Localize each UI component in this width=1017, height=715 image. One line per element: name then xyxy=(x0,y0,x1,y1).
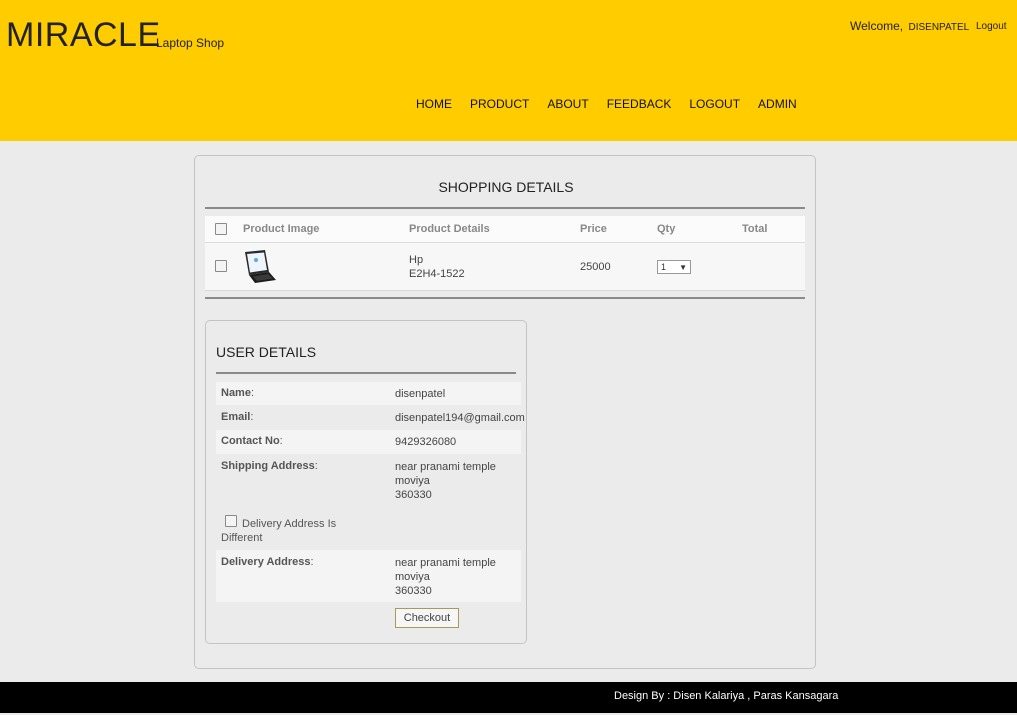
col-qty: Qty xyxy=(657,223,676,235)
main-nav: HOME PRODUCT ABOUT FEEDBACK LOGOUT ADMIN xyxy=(416,97,815,111)
footer-credit: Design By : Disen Kalariya , Paras Kansa… xyxy=(614,690,839,702)
user-details-title: USER DETAILS xyxy=(216,344,317,360)
col-total: Total xyxy=(742,223,768,235)
header-logout-link[interactable]: Logout xyxy=(976,21,1007,32)
col-price: Price xyxy=(580,223,607,235)
chevron-down-icon: ▼ xyxy=(679,263,687,272)
user-email-value: disenpatel194@gmail.com xyxy=(395,412,525,424)
laptop-icon[interactable] xyxy=(241,248,277,284)
delivery-address-row: Delivery Address: near pranami temple mo… xyxy=(216,550,521,602)
welcome-username: DISENPATEL xyxy=(908,22,970,33)
shopping-panel: SHOPPING DETAILS Product Image Product D… xyxy=(194,155,816,669)
checkout-button[interactable]: Checkout xyxy=(395,608,459,628)
product-price: 25000 xyxy=(580,261,611,273)
brand-tagline: Laptop Shop xyxy=(156,36,225,50)
product-brand: Hp xyxy=(409,254,424,266)
delivery-line-1: near pranami temple xyxy=(395,557,496,569)
delivery-different-row: Delivery Address Is Different xyxy=(216,510,521,548)
quantity-value: 1 xyxy=(661,262,667,272)
nav-feedback[interactable]: FEEDBACK xyxy=(607,97,672,111)
email-label: Email: xyxy=(221,411,254,423)
nav-home[interactable]: HOME xyxy=(416,97,452,111)
delivery-different-checkbox[interactable] xyxy=(225,515,237,527)
delivery-label: Delivery Address: xyxy=(221,556,314,568)
user-details-box: USER DETAILS Name: disenpatel Email: dis… xyxy=(205,320,527,644)
delivery-line-2: moviya xyxy=(395,571,430,583)
user-contact-row: Contact No: 9429326080 xyxy=(216,430,521,454)
nav-about[interactable]: ABOUT xyxy=(547,97,588,111)
title-divider xyxy=(205,207,805,209)
brand-logo[interactable]: MIRACLE xyxy=(6,16,161,55)
col-product-image: Product Image xyxy=(243,223,320,235)
user-contact-value: 9429326080 xyxy=(395,436,457,448)
shipping-line-1: near pranami temple xyxy=(395,461,496,473)
user-name-value: disenpatel xyxy=(395,388,446,400)
welcome-label: Welcome, xyxy=(850,19,904,33)
nav-product[interactable]: PRODUCT xyxy=(470,97,529,111)
product-model: E2H4-1522 xyxy=(409,268,465,280)
delivery-different-label-2: Different xyxy=(221,532,263,544)
cart-table-header: Product Image Product Details Price Qty … xyxy=(205,216,805,243)
nav-admin[interactable]: ADMIN xyxy=(758,97,797,111)
user-name-row: Name: disenpatel xyxy=(216,382,521,405)
shopping-title: SHOPPING DETAILS xyxy=(438,179,574,195)
delivery-line-3: 360330 xyxy=(395,585,432,597)
contact-label: Contact No: xyxy=(221,435,283,447)
shipping-line-3: 360330 xyxy=(395,489,432,501)
user-title-divider xyxy=(216,372,516,374)
shipping-line-2: moviya xyxy=(395,475,430,487)
welcome-message: Welcome, DISENPATEL xyxy=(850,19,969,33)
site-header: MIRACLE Laptop Shop Welcome, DISENPATEL … xyxy=(0,0,1017,141)
user-email-row: Email: disenpatel194@gmail.com xyxy=(216,405,525,430)
delivery-different-label[interactable]: Delivery Address Is xyxy=(242,518,336,530)
shipping-address-row: Shipping Address: near pranami temple mo… xyxy=(216,454,521,502)
table-row: Hp E2H4-1522 25000 1 ▼ xyxy=(205,243,805,291)
select-all-checkbox[interactable] xyxy=(215,223,227,235)
col-product-details: Product Details xyxy=(409,223,490,235)
table-divider xyxy=(205,297,805,299)
site-footer: Design By : Disen Kalariya , Paras Kansa… xyxy=(0,682,1017,713)
nav-logout[interactable]: LOGOUT xyxy=(689,97,740,111)
name-label: Name: xyxy=(221,387,255,399)
shipping-label: Shipping Address: xyxy=(221,460,318,472)
row-select-checkbox[interactable] xyxy=(215,260,227,272)
quantity-select[interactable]: 1 ▼ xyxy=(657,260,691,274)
